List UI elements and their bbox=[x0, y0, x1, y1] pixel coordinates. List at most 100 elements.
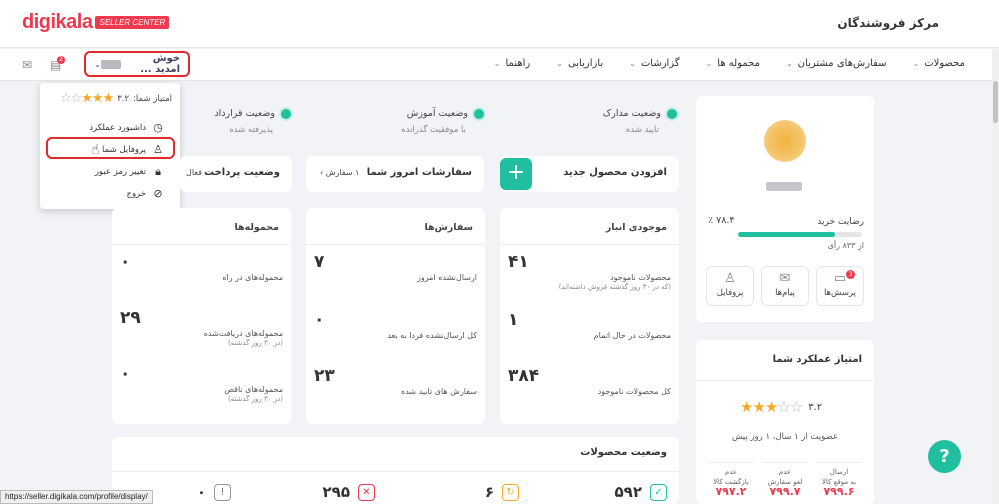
inventory-value: ۱ bbox=[508, 310, 519, 330]
inventory-title: موجودی انبار bbox=[605, 222, 667, 233]
mail-icon: ✉ bbox=[779, 271, 791, 286]
nav-shipments-label: محموله ها bbox=[717, 58, 760, 69]
chevron-down-icon: ⌄ bbox=[629, 59, 636, 68]
add-product-label: افزودن محصول جدید bbox=[563, 167, 667, 178]
scrollbar-thumb[interactable] bbox=[993, 81, 998, 123]
rating-stars-icon: ☆☆★★★ bbox=[59, 91, 114, 106]
inventory-item[interactable]: ۴۱ محصولات ناموجود (که در ۳۰ روز گذشته ف… bbox=[508, 252, 671, 291]
divider bbox=[306, 244, 485, 245]
shipments-label: محموله‌های دریافت‌شده bbox=[203, 329, 283, 338]
questions-badge: 3 bbox=[846, 270, 855, 279]
nav-help[interactable]: راهنما ⌄ bbox=[494, 58, 530, 69]
nav-products-label: محصولات bbox=[924, 58, 965, 69]
user-dropdown-menu: امتیاز شما: ۳.۲ ☆☆★★★ ◷ داشبورد عملکرد ♙… bbox=[40, 83, 180, 209]
perf-col-label1: عدم bbox=[724, 468, 738, 476]
hand-cursor-icon: ☝ bbox=[91, 142, 100, 158]
perf-col-label1: عدم bbox=[778, 468, 792, 476]
inventory-item[interactable]: ۳۸۴ کل محصولات ناموجود bbox=[508, 366, 671, 396]
notification-badge: 2 bbox=[57, 56, 65, 64]
divider bbox=[696, 380, 874, 381]
nav-shipments[interactable]: محموله ها ⌄ bbox=[706, 58, 760, 69]
menu-logout[interactable]: ⊘ خروج bbox=[126, 187, 164, 200]
shipments-item[interactable]: ۲۹ محموله‌های دریافت‌شده (در ۳۰ روز گذشت… bbox=[120, 308, 283, 347]
user-icon: ♙ bbox=[724, 271, 736, 286]
orders-value: ۲۳ bbox=[314, 366, 335, 386]
nav-reports[interactable]: گزارشات ⌄ bbox=[629, 58, 679, 69]
logo[interactable]: digikala SELLER CENTER bbox=[22, 11, 170, 34]
rating-value: ۳.۲ bbox=[117, 93, 130, 104]
shipments-title: محموله‌ها bbox=[234, 222, 279, 233]
reject-icon: ✕ bbox=[358, 483, 375, 501]
quick-profile-label: پروفایل bbox=[716, 288, 744, 298]
chevron-left-icon: › bbox=[320, 168, 324, 177]
pending-icon: ↻ bbox=[502, 483, 519, 501]
shipments-label: محموله‌های در راه bbox=[222, 273, 283, 282]
quick-profile[interactable]: ♙ پروفایل bbox=[706, 266, 754, 306]
user-icon: ♙ bbox=[153, 143, 163, 156]
orders-item[interactable]: ۰ کل ارسال‌نشده فردا به بعد bbox=[314, 310, 477, 340]
add-product-card[interactable]: + افزودن محصول جدید bbox=[500, 156, 679, 192]
status-documents: وضعیت مدارک تایید شده bbox=[603, 108, 677, 135]
products-rejected-value: ۲۹۵ bbox=[322, 483, 350, 501]
plus-icon[interactable]: + bbox=[500, 158, 532, 190]
shipments-item[interactable]: ۰ محموله‌های در راه bbox=[120, 252, 283, 282]
rating-label: امتیاز شما: bbox=[133, 93, 172, 104]
orders-value: ۷ bbox=[314, 252, 325, 272]
perf-col-value: ۷۹۹.۶ bbox=[823, 485, 855, 498]
nav-help-label: راهنما bbox=[505, 58, 531, 69]
orders-item[interactable]: ۷ ارسال‌نشده امروز bbox=[314, 252, 477, 282]
shipments-card: محموله‌ها ۰ محموله‌های در راه ۲۹ محموله‌… bbox=[112, 208, 291, 424]
inventory-item[interactable]: ۱ محصولات در حال اتمام bbox=[508, 310, 671, 340]
inventory-label: محصولات ناموجود bbox=[610, 273, 671, 282]
alert-icon: ! bbox=[214, 483, 231, 501]
perf-column: عدم بازگشت کالا ۷۹۷.۲ bbox=[708, 462, 754, 497]
products-alert[interactable]: ۰ ! bbox=[197, 483, 231, 501]
nav-reports-label: گزارشات bbox=[640, 58, 680, 69]
today-orders-count[interactable]: ۱ سفارش › bbox=[320, 168, 359, 177]
chevron-down-icon: ⌄ bbox=[705, 59, 713, 68]
products-approved-value: ۵۹۲ bbox=[614, 483, 642, 501]
chevron-down-icon: ⌄ bbox=[785, 59, 793, 68]
shipments-value: ۰ bbox=[120, 364, 131, 384]
perf-column: ارسال به موقع کالا ۷۹۹.۶ bbox=[816, 462, 862, 497]
perf-col-value: ۷۹۷.۲ bbox=[715, 485, 747, 498]
status-contract-value: پذیرفته شده bbox=[229, 125, 273, 135]
orders-label: سفارش های تایید شده bbox=[401, 387, 477, 396]
quick-messages[interactable]: ✉ پیام‌ها bbox=[761, 266, 809, 306]
payment-status-card: وضعیت پرداخت فعال bbox=[180, 156, 292, 192]
membership-duration: عضویت از ۱ سال، ۱ روز پیش bbox=[731, 432, 839, 442]
nav-marketing[interactable]: بازاریابی ⌄ bbox=[556, 58, 603, 69]
help-button[interactable]: ? bbox=[928, 440, 961, 473]
mail-icon[interactable]: ✉ bbox=[22, 58, 32, 72]
performance-card: امتیاز عملکرد شما ★★★☆☆ ۳.۲ عضویت از ۱ س… bbox=[696, 340, 874, 504]
nav-products[interactable]: محصولات ⌄ bbox=[913, 58, 965, 69]
avatar bbox=[764, 120, 806, 162]
divider bbox=[112, 471, 679, 472]
products-rejected[interactable]: ۲۹۵ ✕ bbox=[323, 483, 375, 501]
performance-title: امتیاز عملکرد شما bbox=[772, 354, 862, 365]
inventory-note: (که در ۳۰ روز گذشته فروش داشته‌اند) bbox=[558, 283, 671, 291]
menu-logout-label: خروج bbox=[126, 188, 146, 199]
satisfaction-bar-fill bbox=[738, 232, 836, 237]
nav-marketing-label: بازاریابی bbox=[567, 58, 604, 69]
menu-your-profile[interactable]: ♙ پروفایل شما bbox=[102, 143, 164, 156]
today-orders-card[interactable]: سفارشات امروز شما ۱ سفارش › bbox=[306, 156, 484, 192]
orders-value: ۰ bbox=[314, 310, 325, 330]
check-icon: ✓ bbox=[650, 483, 667, 501]
satisfaction-bar bbox=[738, 232, 862, 237]
menu-change-password[interactable]: 🔒︎ تغییر رمز عبور bbox=[95, 165, 164, 179]
shipments-label: محموله‌های ناقص bbox=[224, 385, 283, 394]
quick-questions[interactable]: 3 ▭ پرسش‌ها bbox=[816, 266, 864, 306]
app-title: مرکز فروشندگان bbox=[837, 16, 939, 30]
shipments-item[interactable]: ۰ محموله‌های ناقص (در ۳۰ روز گذشته) bbox=[120, 364, 283, 403]
today-orders-count-value: ۱ سفارش bbox=[325, 168, 360, 177]
products-pending[interactable]: ۶ ↻ bbox=[485, 483, 519, 501]
menu-performance-dashboard[interactable]: ◷ داشبورد عملکرد bbox=[89, 121, 164, 134]
performance-score: ۳.۲ bbox=[808, 401, 823, 413]
nav-customer-orders[interactable]: سفارش‌های مشتریان ⌄ bbox=[786, 58, 887, 69]
chat-icon: ▭ bbox=[833, 271, 847, 286]
welcome-menu-button[interactable]: خوش امدید ... ⌄ bbox=[84, 51, 190, 77]
products-approved[interactable]: ۵۹۲ ✓ bbox=[615, 483, 667, 501]
logout-icon: ⊘ bbox=[153, 187, 163, 200]
orders-item[interactable]: ۲۳ سفارش های تایید شده bbox=[314, 366, 477, 396]
